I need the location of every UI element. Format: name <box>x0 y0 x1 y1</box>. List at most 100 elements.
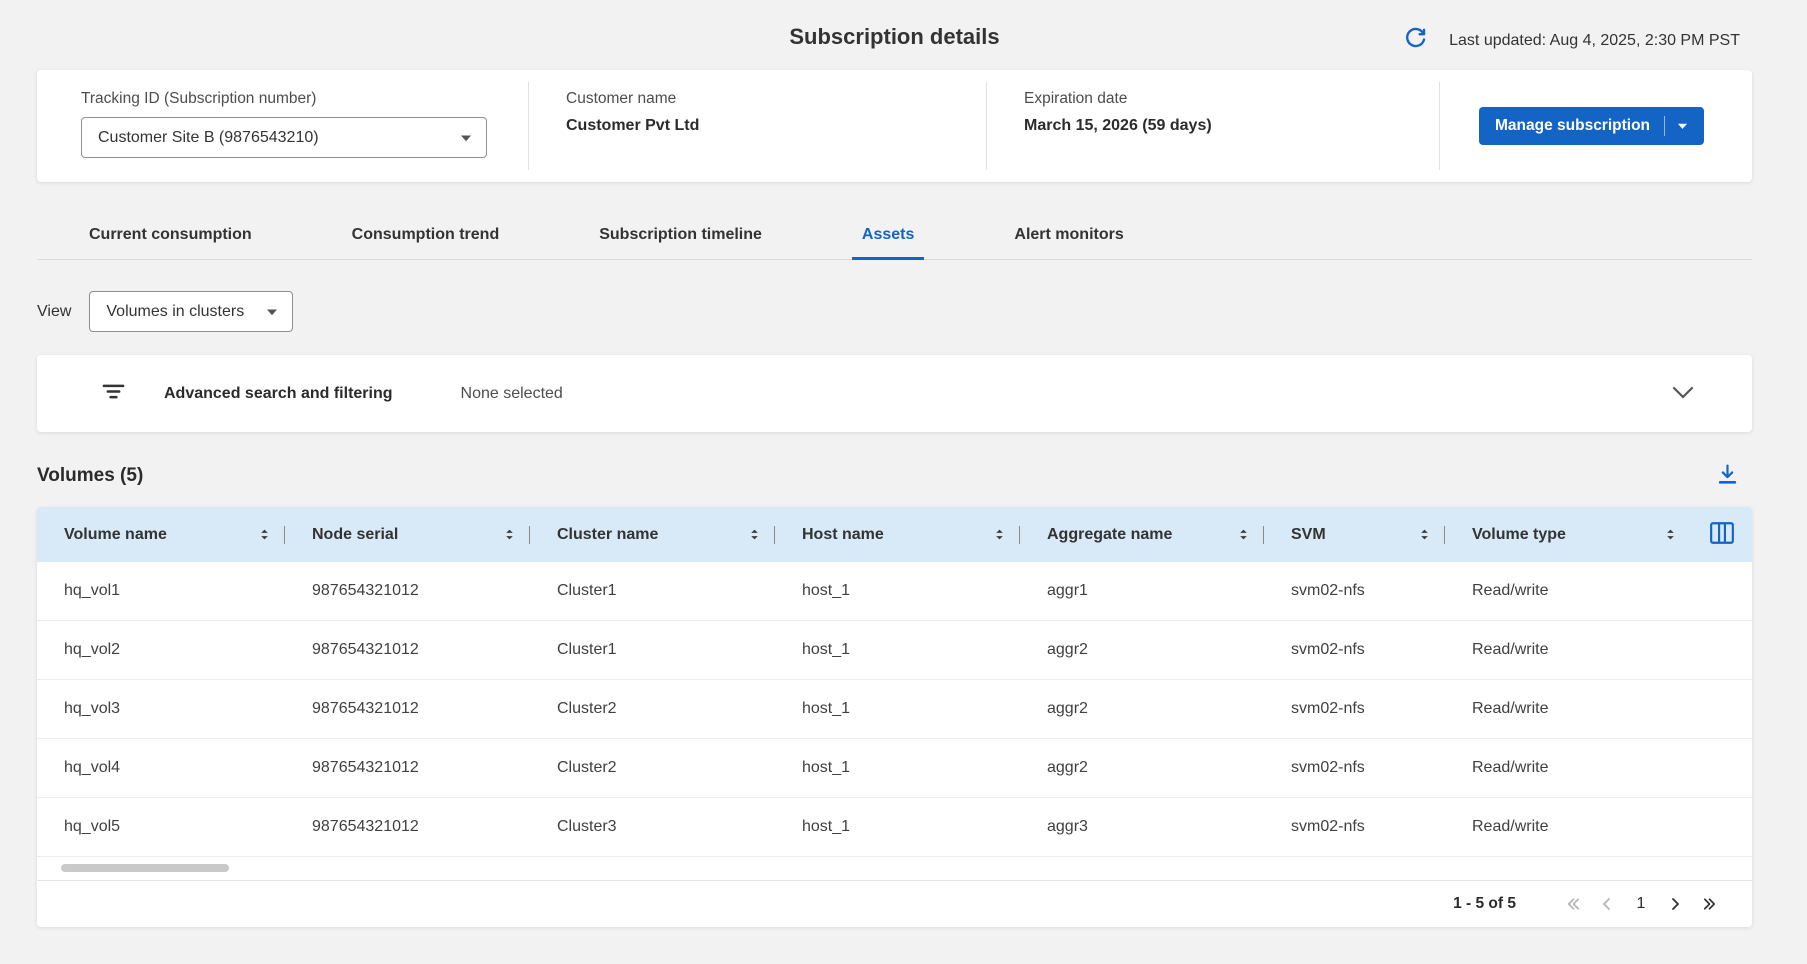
column-header-volume-name: Volume name <box>37 507 285 562</box>
table-row: hq_vol5 987654321012 Cluster3 host_1 agg… <box>37 798 1752 857</box>
cell-svm: svm02-nfs <box>1264 798 1445 856</box>
horizontal-scrollbar[interactable] <box>37 857 1752 881</box>
download-icon <box>1715 462 1740 490</box>
cell-empty <box>1692 621 1752 679</box>
cell-svm: svm02-nfs <box>1264 562 1445 620</box>
advanced-filter-bar[interactable]: Advanced search and filtering None selec… <box>37 355 1752 432</box>
cell-empty <box>1692 739 1752 797</box>
column-header-node-serial: Node serial <box>285 507 530 562</box>
refresh-icon <box>1402 26 1429 56</box>
pagination-range: 1 - 5 of 5 <box>1453 895 1516 913</box>
tab-subscription-timeline[interactable]: Subscription timeline <box>589 226 772 259</box>
filter-icon <box>100 378 127 410</box>
column-label: Volume type <box>1472 526 1566 544</box>
chevron-down-icon <box>1672 386 1694 402</box>
sort-icon[interactable] <box>502 527 517 542</box>
column-label: Cluster name <box>557 526 658 544</box>
volumes-heading-row: Volumes (5) <box>37 462 1752 490</box>
column-header-svm: SVM <box>1264 507 1445 562</box>
customer-name-value: Customer Pvt Ltd <box>566 117 699 134</box>
cell-node-serial: 987654321012 <box>285 739 530 797</box>
cell-node-serial: 987654321012 <box>285 798 530 856</box>
sort-icon[interactable] <box>257 527 272 542</box>
sort-icon[interactable] <box>1417 527 1432 542</box>
cell-volume-name: hq_vol2 <box>37 621 285 679</box>
table-row: hq_vol3 987654321012 Cluster2 host_1 agg… <box>37 680 1752 739</box>
cell-svm: svm02-nfs <box>1264 739 1445 797</box>
customer-name-label: Customer name <box>566 90 986 108</box>
cell-svm: svm02-nfs <box>1264 621 1445 679</box>
column-label: Host name <box>802 526 884 544</box>
view-select[interactable]: Volumes in clusters <box>89 291 293 332</box>
column-label: SVM <box>1291 526 1326 544</box>
tab-current-consumption[interactable]: Current consumption <box>79 226 262 259</box>
button-divider <box>1664 116 1665 136</box>
cell-volume-name: hq_vol4 <box>37 739 285 797</box>
table-row: hq_vol2 987654321012 Cluster1 host_1 agg… <box>37 621 1752 680</box>
column-label: Volume name <box>64 526 167 544</box>
column-header-host-name: Host name <box>775 507 1020 562</box>
page-number-button[interactable]: 1 <box>1624 889 1658 919</box>
cell-node-serial: 987654321012 <box>285 562 530 620</box>
tab-assets[interactable]: Assets <box>852 226 924 259</box>
manage-subscription-button[interactable]: Manage subscription <box>1479 107 1704 145</box>
tracking-id-select[interactable]: Customer Site B (9876543210) <box>81 117 487 158</box>
tab-consumption-trend[interactable]: Consumption trend <box>342 226 510 259</box>
cell-svm: svm02-nfs <box>1264 680 1445 738</box>
next-page-button[interactable] <box>1658 889 1692 919</box>
view-row: View Volumes in clusters <box>37 291 1752 332</box>
last-updated-text: Last updated: Aug 4, 2025, 2:30 PM PST <box>1449 32 1740 50</box>
cell-volume-type: Read/write <box>1445 562 1692 620</box>
cell-volume-type: Read/write <box>1445 621 1692 679</box>
column-label: Aggregate name <box>1047 526 1172 544</box>
sort-icon[interactable] <box>1236 527 1251 542</box>
cell-empty <box>1692 798 1752 856</box>
download-button[interactable] <box>1715 462 1740 490</box>
chevron-down-icon <box>266 303 278 321</box>
cell-empty <box>1692 562 1752 620</box>
cell-volume-name: hq_vol1 <box>37 562 285 620</box>
first-page-button[interactable] <box>1556 889 1590 919</box>
view-label: View <box>37 303 71 321</box>
column-header-cluster-name: Cluster name <box>530 507 775 562</box>
manage-columns-button[interactable] <box>1709 521 1735 548</box>
cell-cluster-name: Cluster2 <box>530 739 775 797</box>
refresh-button[interactable] <box>1402 26 1429 56</box>
scrollbar-thumb[interactable] <box>61 864 229 872</box>
sort-icon[interactable] <box>747 527 762 542</box>
cell-volume-type: Read/write <box>1445 798 1692 856</box>
sort-icon[interactable] <box>1663 527 1678 542</box>
cell-host-name: host_1 <box>775 680 1020 738</box>
caret-down-icon[interactable] <box>1677 117 1688 135</box>
columns-icon <box>1709 521 1735 548</box>
tab-alert-monitors[interactable]: Alert monitors <box>1004 226 1133 259</box>
cell-volume-name: hq_vol3 <box>37 680 285 738</box>
column-settings-cell <box>1692 507 1752 562</box>
cell-cluster-name: Cluster3 <box>530 798 775 856</box>
cell-aggregate-name: aggr3 <box>1020 798 1264 856</box>
cell-host-name: host_1 <box>775 621 1020 679</box>
tracking-id-label: Tracking ID (Subscription number) <box>81 90 528 108</box>
pagination-bar: 1 - 5 of 5 1 <box>37 881 1752 927</box>
cell-aggregate-name: aggr2 <box>1020 621 1264 679</box>
sort-icon[interactable] <box>992 527 1007 542</box>
cell-node-serial: 987654321012 <box>285 680 530 738</box>
cell-host-name: host_1 <box>775 562 1020 620</box>
cell-volume-name: hq_vol5 <box>37 798 285 856</box>
last-page-button[interactable] <box>1692 889 1726 919</box>
volumes-title: Volumes (5) <box>37 465 143 487</box>
cell-host-name: host_1 <box>775 739 1020 797</box>
cell-cluster-name: Cluster1 <box>530 621 775 679</box>
tracking-id-block: Tracking ID (Subscription number) Custom… <box>37 82 528 170</box>
filter-title: Advanced search and filtering <box>164 385 393 403</box>
expiration-date-value: March 15, 2026 (59 days) <box>1024 117 1212 134</box>
previous-page-button[interactable] <box>1590 889 1624 919</box>
column-header-aggregate-name: Aggregate name <box>1020 507 1264 562</box>
cell-empty <box>1692 680 1752 738</box>
cell-volume-type: Read/write <box>1445 680 1692 738</box>
top-bar: Subscription details Last updated: Aug 4… <box>37 14 1752 70</box>
tracking-id-value: Customer Site B (9876543210) <box>98 129 319 147</box>
filter-expand-button[interactable] <box>1672 386 1694 402</box>
cell-host-name: host_1 <box>775 798 1020 856</box>
expiration-date-label: Expiration date <box>1024 90 1439 108</box>
